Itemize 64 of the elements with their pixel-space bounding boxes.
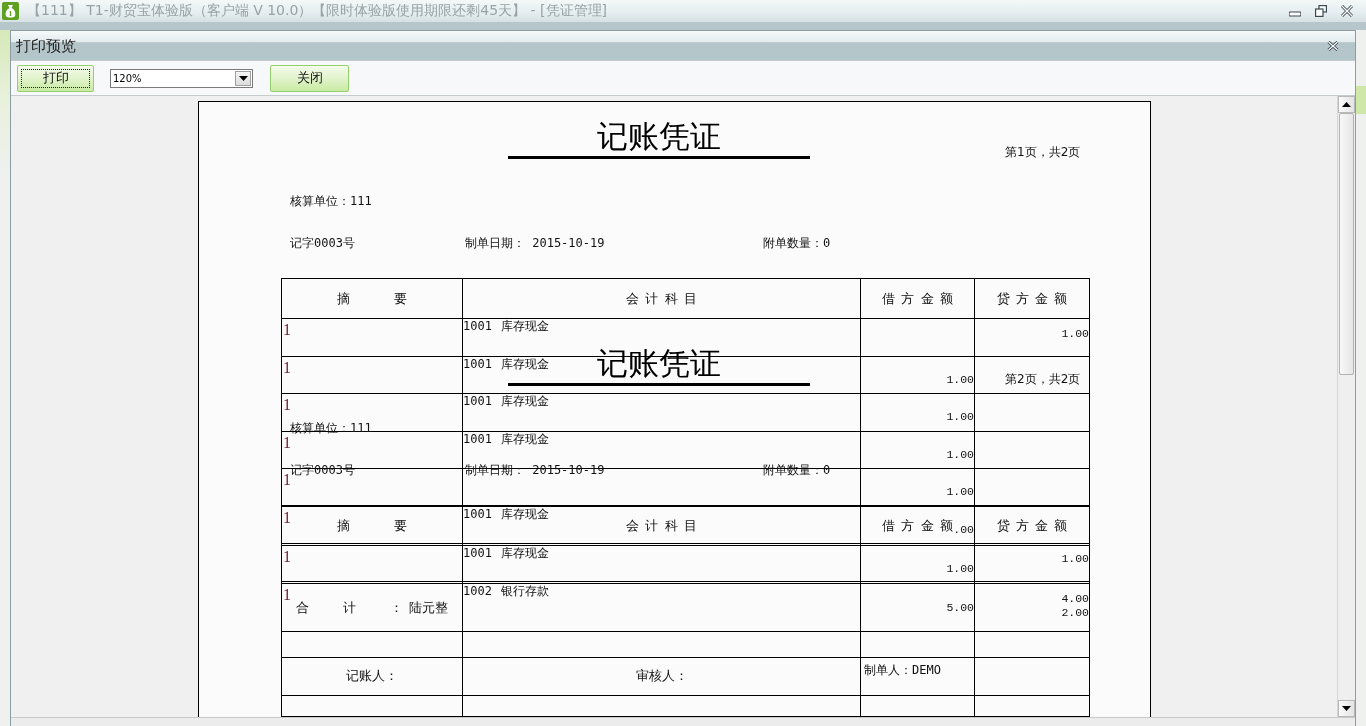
column-header: 摘 要: [336, 516, 408, 535]
signature-label: 审核人：: [635, 667, 688, 685]
entry-summary: 1: [283, 508, 291, 527]
prepared-date: 制单日期： 2015-10-19: [465, 235, 605, 251]
entry-summary: 1: [283, 433, 291, 452]
credit-amount: 1.00: [1061, 328, 1089, 341]
dialog-title: 打印预览: [16, 36, 76, 56]
account-name: 1001 库存现金: [463, 394, 550, 408]
debit-amount: 1.00: [946, 411, 974, 424]
page-number: 第2页，共2页: [1005, 372, 1081, 386]
attachment-count: 附单数量：0: [763, 235, 831, 251]
entry-summary: 1: [283, 321, 291, 339]
account-name: 1001 库存现金: [463, 506, 550, 521]
amount-in-words: 陆元整: [409, 599, 449, 617]
close-icon[interactable]: [1327, 40, 1339, 51]
column-header: 贷 方 金 额: [996, 516, 1068, 535]
dropdown-button[interactable]: [235, 70, 251, 86]
debit-amount: 1.00: [946, 448, 974, 461]
down-arrow-icon: [1342, 706, 1351, 711]
page-number: 第1页，共2页: [1005, 145, 1081, 159]
money-bag-icon: [2, 2, 19, 20]
column-header: 借 方 金 额: [882, 289, 953, 308]
zoom-select[interactable]: 120%: [110, 68, 253, 88]
signature-label: 制单人：DEMO: [864, 661, 941, 679]
entry-summary: 1: [283, 396, 291, 414]
account-name: 1001 库存现金: [463, 319, 550, 333]
debit-amount: 1.00: [946, 486, 974, 499]
app-window-title: 【111】 T1-财贸宝体验版（客户端 V 10.0）【限时体验版使用期限还剩45天】 - [凭证管理]: [27, 2, 608, 20]
account-name: 1001 库存现金: [463, 356, 550, 371]
column-header: 贷 方 金 额: [996, 289, 1068, 308]
entry-summary: 1: [283, 471, 291, 489]
entry-summary: 1: [283, 548, 291, 566]
horizontal-scrollbar[interactable]: [11, 717, 1355, 726]
account-name: 1001 库存现金: [463, 546, 550, 560]
column-header: 借 方 金 额: [882, 516, 953, 535]
debit-amount: 1.00: [946, 373, 974, 386]
total-credit-amount: 2.00: [1061, 607, 1089, 619]
close-button[interactable]: 关闭: [270, 64, 349, 92]
column-header: 会 计 科 目: [626, 289, 697, 308]
total-label: 合 计 ：: [295, 599, 404, 617]
voucher-number: 记字0003号: [290, 235, 355, 251]
column-header: 摘 要: [336, 289, 408, 308]
credit-amount: 1.00: [1061, 553, 1089, 566]
entry-summary: 1: [283, 585, 291, 604]
accounting-unit: 核算单位：111: [290, 194, 372, 208]
scroll-down-button[interactable]: [1338, 700, 1355, 717]
signature-label: 记账人：: [346, 667, 398, 685]
up-arrow-icon: [1342, 102, 1351, 107]
scroll-up-button[interactable]: [1338, 96, 1355, 113]
debit-amount: .00: [953, 523, 974, 536]
entry-summary: 1: [283, 358, 291, 377]
scrollbar-thumb[interactable]: [1339, 113, 1354, 375]
account-name: 1001 库存现金: [463, 431, 550, 446]
caret-icon: [238, 75, 248, 81]
close-icon[interactable]: [1341, 5, 1353, 17]
account-name: 1002 银行存款: [463, 583, 550, 598]
voucher-title: 记账凭证: [508, 118, 810, 159]
debit-amount: 1.00: [946, 563, 974, 576]
column-header: 会 计 科 目: [626, 516, 697, 535]
print-button[interactable]: 打印: [17, 64, 94, 92]
credit-amount: 4.00: [1061, 592, 1089, 605]
restore-icon[interactable]: [1315, 5, 1327, 17]
total-debit-amount: 5.00: [946, 602, 974, 614]
vertical-scrollbar[interactable]: [1337, 96, 1355, 717]
